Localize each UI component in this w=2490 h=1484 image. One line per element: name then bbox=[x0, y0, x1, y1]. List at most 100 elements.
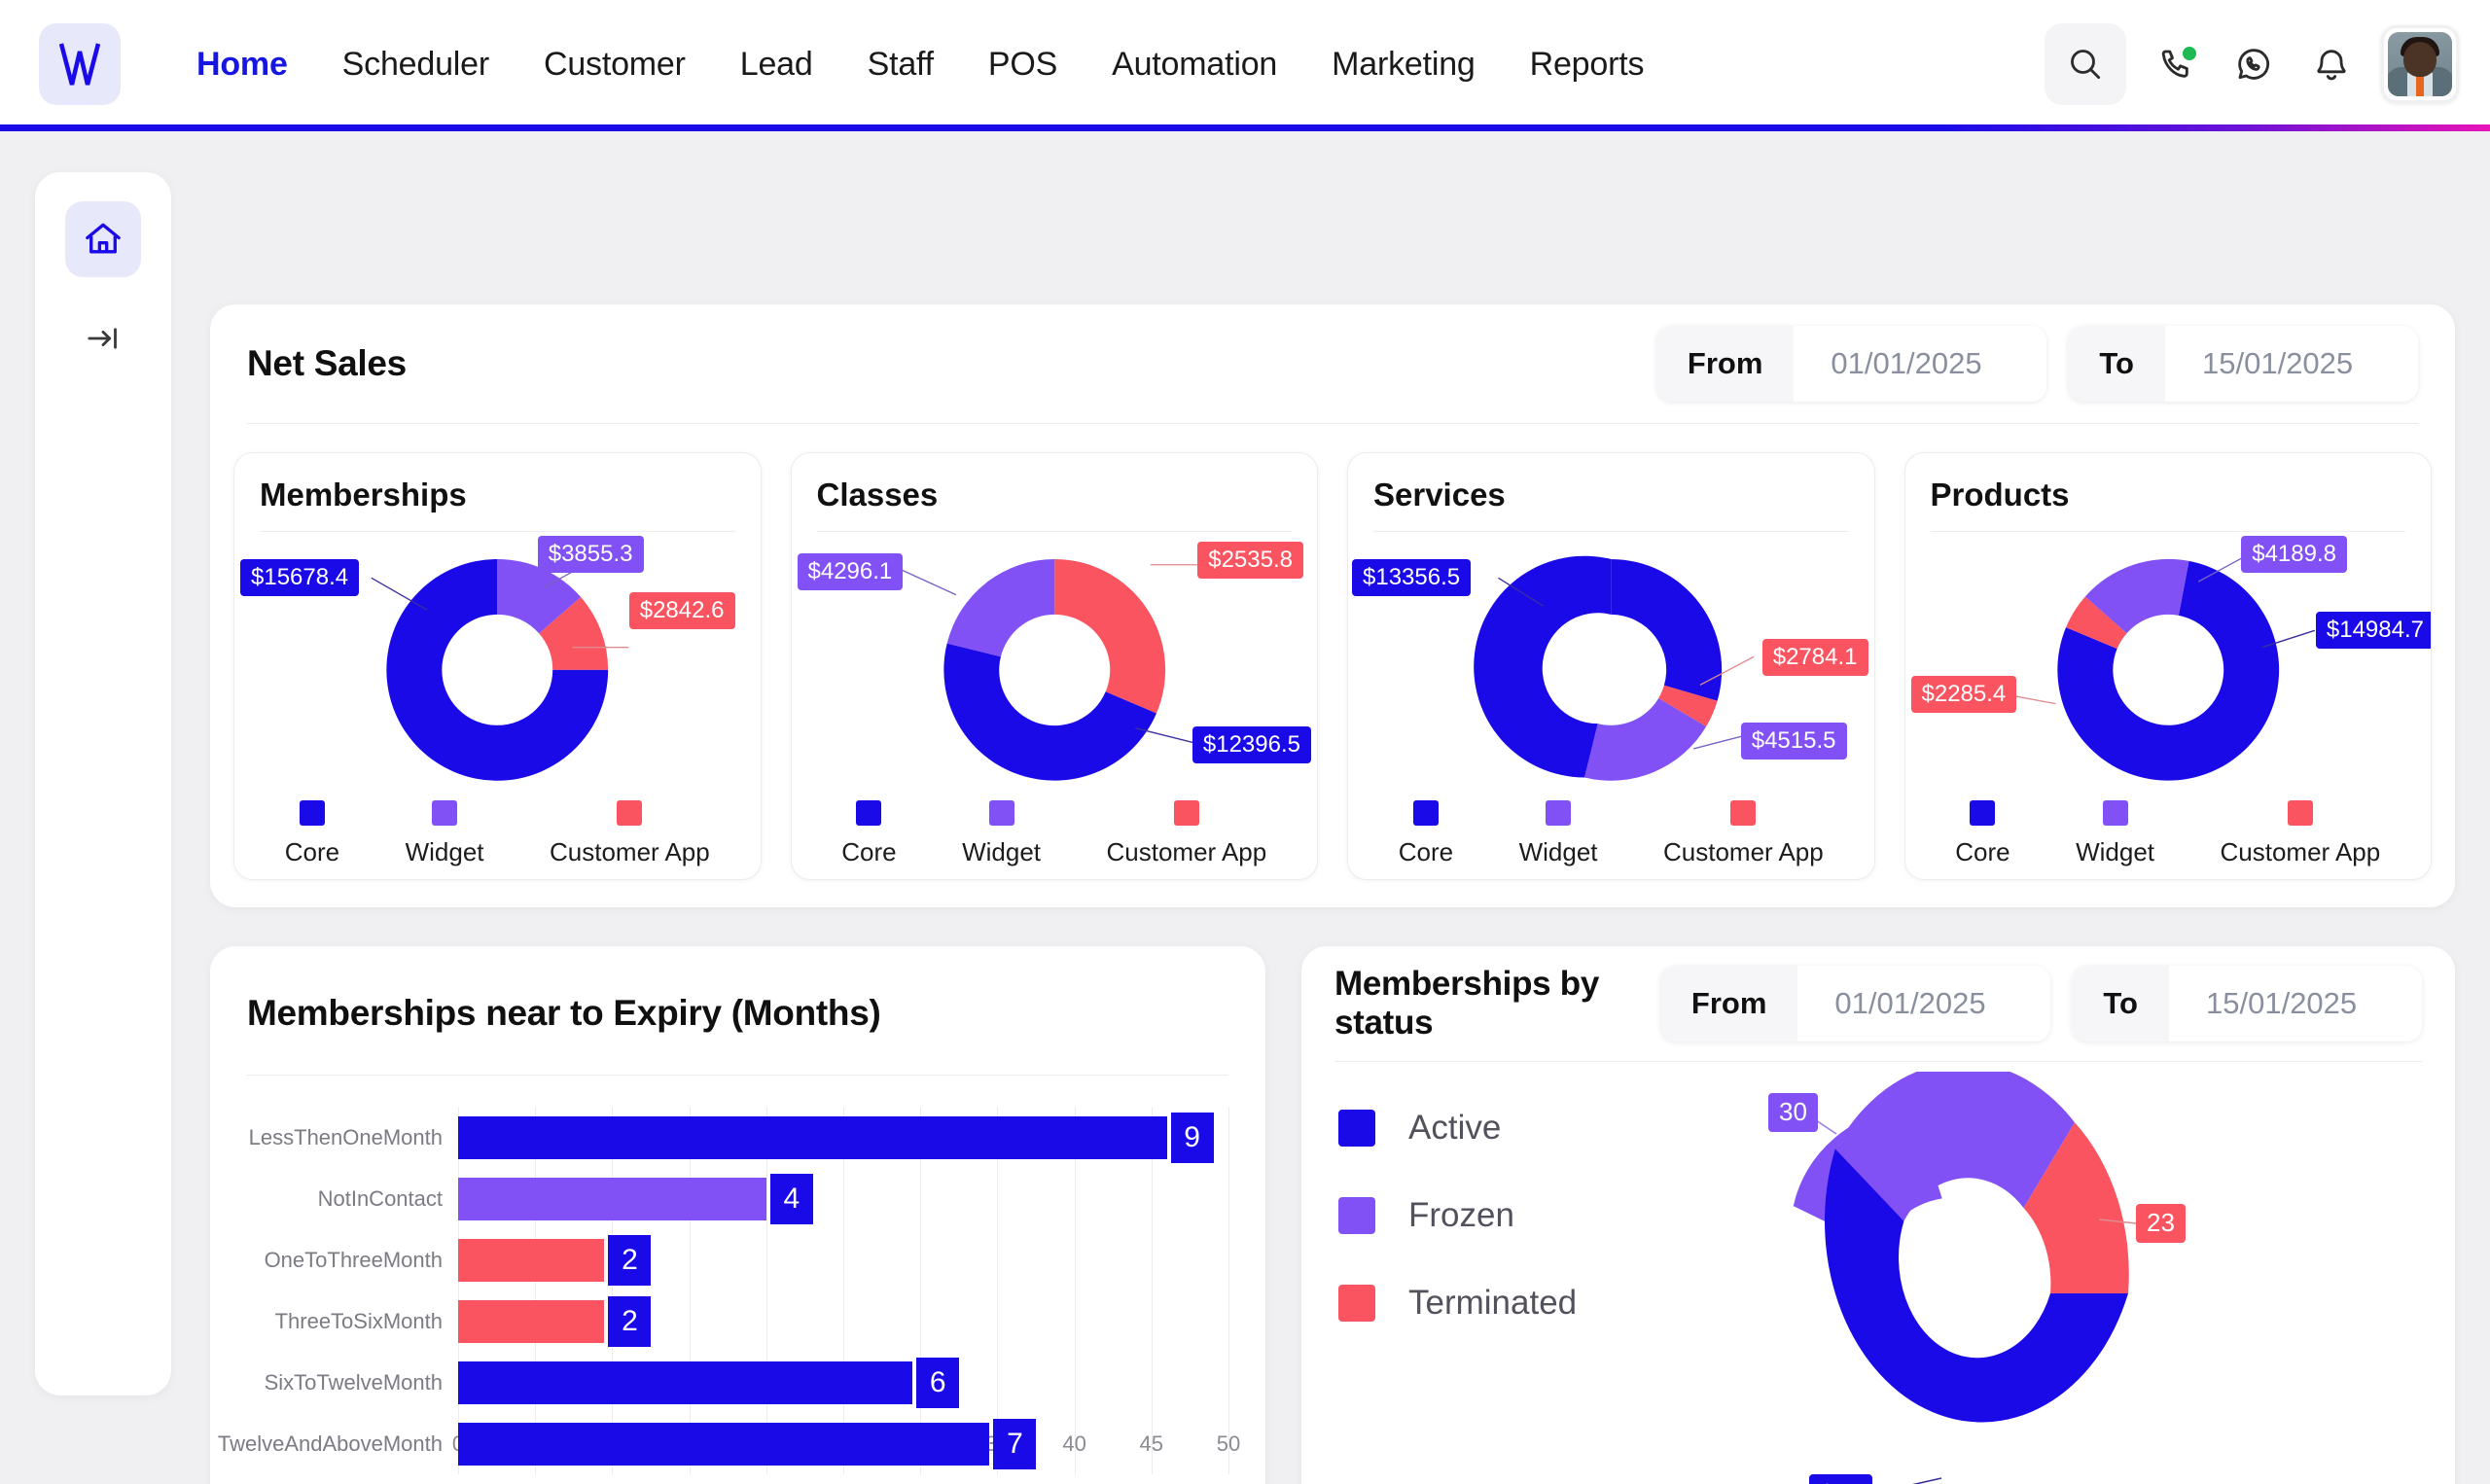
legend-label-customer-app: Customer App bbox=[1662, 837, 1824, 866]
legend-services: Core Widget Customer App bbox=[1348, 800, 1874, 867]
brand-accent-bar bbox=[0, 124, 2490, 131]
from-label: From bbox=[1655, 326, 1795, 402]
search-button[interactable] bbox=[2045, 23, 2126, 105]
search-icon bbox=[2071, 50, 2101, 80]
legend-item-customer-app[interactable]: Customer App bbox=[1106, 800, 1266, 867]
grid-line bbox=[689, 1107, 691, 1474]
legend-item-widget[interactable]: Widget bbox=[406, 800, 484, 867]
donut-label-widget: $4189.8 bbox=[2241, 536, 2347, 573]
donut-label-core: $14984.7 bbox=[2315, 612, 2432, 649]
bar[interactable] bbox=[458, 1238, 605, 1282]
nav-action-group bbox=[2045, 23, 2459, 105]
net-sales-header: Net Sales From 01/01/2025 To 15/01/2025 bbox=[210, 304, 2455, 423]
nav-item-reports[interactable]: Reports bbox=[1503, 46, 1672, 84]
legend-swatch-customer-app bbox=[1730, 800, 1757, 826]
donut-chart-services: $13356.5 $2784.1 $4515.5 bbox=[1348, 532, 1874, 800]
legend-swatch-customer-app bbox=[1173, 800, 1199, 826]
bar-value-label: 9 bbox=[1170, 1112, 1214, 1163]
legend-item-frozen[interactable]: Frozen bbox=[1338, 1196, 1577, 1235]
y-axis-category-label: ThreeToSixMonth bbox=[274, 1308, 443, 1333]
bar[interactable] bbox=[458, 1177, 766, 1220]
avatar bbox=[2388, 32, 2452, 96]
memberships-status-panel: Memberships by status From 01/01/2025 To… bbox=[1301, 946, 2455, 1484]
card-title-products: Products bbox=[1930, 477, 2070, 512]
legend-item-active[interactable]: Active bbox=[1338, 1109, 1577, 1148]
legend-item-customer-app[interactable]: Customer App bbox=[1663, 800, 1824, 867]
donut-label-customer-app: $2784.1 bbox=[1761, 639, 1868, 676]
legend-item-widget[interactable]: Widget bbox=[2076, 800, 2154, 867]
grid-line bbox=[535, 1107, 537, 1474]
call-button[interactable] bbox=[2148, 34, 2204, 94]
bar-value-label: 2 bbox=[608, 1234, 652, 1286]
card-classes: Classes $4296.1 $2535.8 $12396.5 Core Wi… bbox=[790, 452, 1318, 880]
legend-label-core: Core bbox=[284, 837, 340, 866]
status-to-field[interactable]: To 15/01/2025 bbox=[2072, 966, 2422, 1042]
nav-item-customer[interactable]: Customer bbox=[516, 46, 713, 84]
net-sales-to-field[interactable]: To 15/01/2025 bbox=[2068, 326, 2418, 402]
donut-label-core: $13356.5 bbox=[1352, 559, 1472, 596]
status-date-range: From 01/01/2025 To 15/01/2025 bbox=[1659, 966, 2422, 1042]
donut-chart-memberships: $15678.4 $3855.3 $2842.6 bbox=[234, 532, 761, 800]
bar[interactable] bbox=[458, 1299, 605, 1343]
memberships-expiry-panel: Memberships near to Expiry (Months) 0510… bbox=[210, 946, 1265, 1484]
status-panel-header: Memberships by status From 01/01/2025 To… bbox=[1301, 946, 2455, 1061]
nav-item-staff[interactable]: Staff bbox=[840, 46, 961, 84]
whatsapp-icon bbox=[2238, 49, 2270, 80]
whatsapp-button[interactable] bbox=[2225, 34, 2282, 94]
legend-swatch-active bbox=[1338, 1110, 1375, 1147]
legend-label-customer-app: Customer App bbox=[2220, 837, 2381, 866]
app-logo[interactable] bbox=[39, 23, 121, 105]
grid-line bbox=[765, 1107, 767, 1474]
nav-item-home[interactable]: Home bbox=[169, 46, 315, 84]
card-memberships: Memberships $15678.4 $3855.3 $2842.6 Cor… bbox=[233, 452, 762, 880]
from-date-input[interactable]: 01/01/2025 bbox=[1797, 966, 2051, 1042]
left-sidebar bbox=[35, 172, 171, 1396]
legend-swatch-widget bbox=[1546, 800, 1572, 826]
user-avatar-button[interactable] bbox=[2381, 25, 2459, 103]
net-sales-card-row: Memberships $15678.4 $3855.3 $2842.6 Cor… bbox=[210, 452, 2455, 880]
card-title-services: Services bbox=[1373, 477, 1506, 512]
bar-chart-divider bbox=[247, 1075, 1228, 1076]
donut-label-widget: $3855.3 bbox=[537, 536, 644, 573]
legend-item-widget[interactable]: Widget bbox=[962, 800, 1041, 867]
status-panel-title: Memberships by status bbox=[1334, 965, 1599, 1042]
legend-item-core[interactable]: Core bbox=[285, 800, 339, 867]
legend-item-widget[interactable]: Widget bbox=[1519, 800, 1598, 867]
nav-item-marketing[interactable]: Marketing bbox=[1304, 46, 1502, 84]
legend-label-customer-app: Customer App bbox=[1106, 837, 1267, 866]
bar-value-label: 6 bbox=[916, 1357, 960, 1408]
nav-item-scheduler[interactable]: Scheduler bbox=[315, 46, 516, 84]
sidebar-item-collapse[interactable] bbox=[65, 300, 141, 376]
legend-swatch-core bbox=[1970, 800, 1996, 826]
to-date-input[interactable]: 15/01/2025 bbox=[2165, 326, 2418, 402]
notifications-button[interactable] bbox=[2303, 34, 2360, 94]
nav-item-automation[interactable]: Automation bbox=[1085, 46, 1304, 84]
sidebar-item-home[interactable] bbox=[65, 201, 141, 277]
legend-swatch-widget bbox=[432, 800, 458, 826]
legend-swatch-widget bbox=[2102, 800, 2128, 826]
legend-swatch-customer-app bbox=[617, 800, 643, 826]
legend-item-core[interactable]: Core bbox=[841, 800, 897, 867]
bar[interactable] bbox=[458, 1115, 1167, 1159]
to-date-input[interactable]: 15/01/2025 bbox=[2169, 966, 2422, 1042]
nav-item-lead[interactable]: Lead bbox=[713, 46, 840, 84]
donut-label-widget: $4296.1 bbox=[797, 553, 904, 590]
legend-item-core[interactable]: Core bbox=[1399, 800, 1453, 867]
y-axis-category-label: NotInContact bbox=[317, 1185, 443, 1211]
legend-item-terminated[interactable]: Terminated bbox=[1338, 1284, 1577, 1323]
bar[interactable] bbox=[458, 1360, 913, 1404]
grid-line bbox=[1151, 1107, 1153, 1474]
bar-chart-title: Memberships near to Expiry (Months) bbox=[247, 993, 881, 1033]
status-from-field[interactable]: From 01/01/2025 bbox=[1659, 966, 2051, 1042]
donut-label-widget: $4515.5 bbox=[1740, 723, 1847, 760]
donut-chart-status: 30 23 247 bbox=[1768, 1062, 2186, 1484]
net-sales-from-field[interactable]: From 01/01/2025 bbox=[1655, 326, 2047, 402]
nav-item-pos[interactable]: POS bbox=[961, 46, 1085, 84]
from-date-input[interactable]: 01/01/2025 bbox=[1794, 326, 2047, 402]
legend-item-customer-app[interactable]: Customer App bbox=[2220, 800, 2380, 867]
y-axis-category-label: TwelveAndAboveMonth bbox=[217, 1431, 443, 1456]
bar[interactable] bbox=[458, 1422, 990, 1466]
legend-item-core[interactable]: Core bbox=[1955, 800, 2010, 867]
from-label: From bbox=[1659, 966, 1798, 1042]
legend-item-customer-app[interactable]: Customer App bbox=[550, 800, 710, 867]
